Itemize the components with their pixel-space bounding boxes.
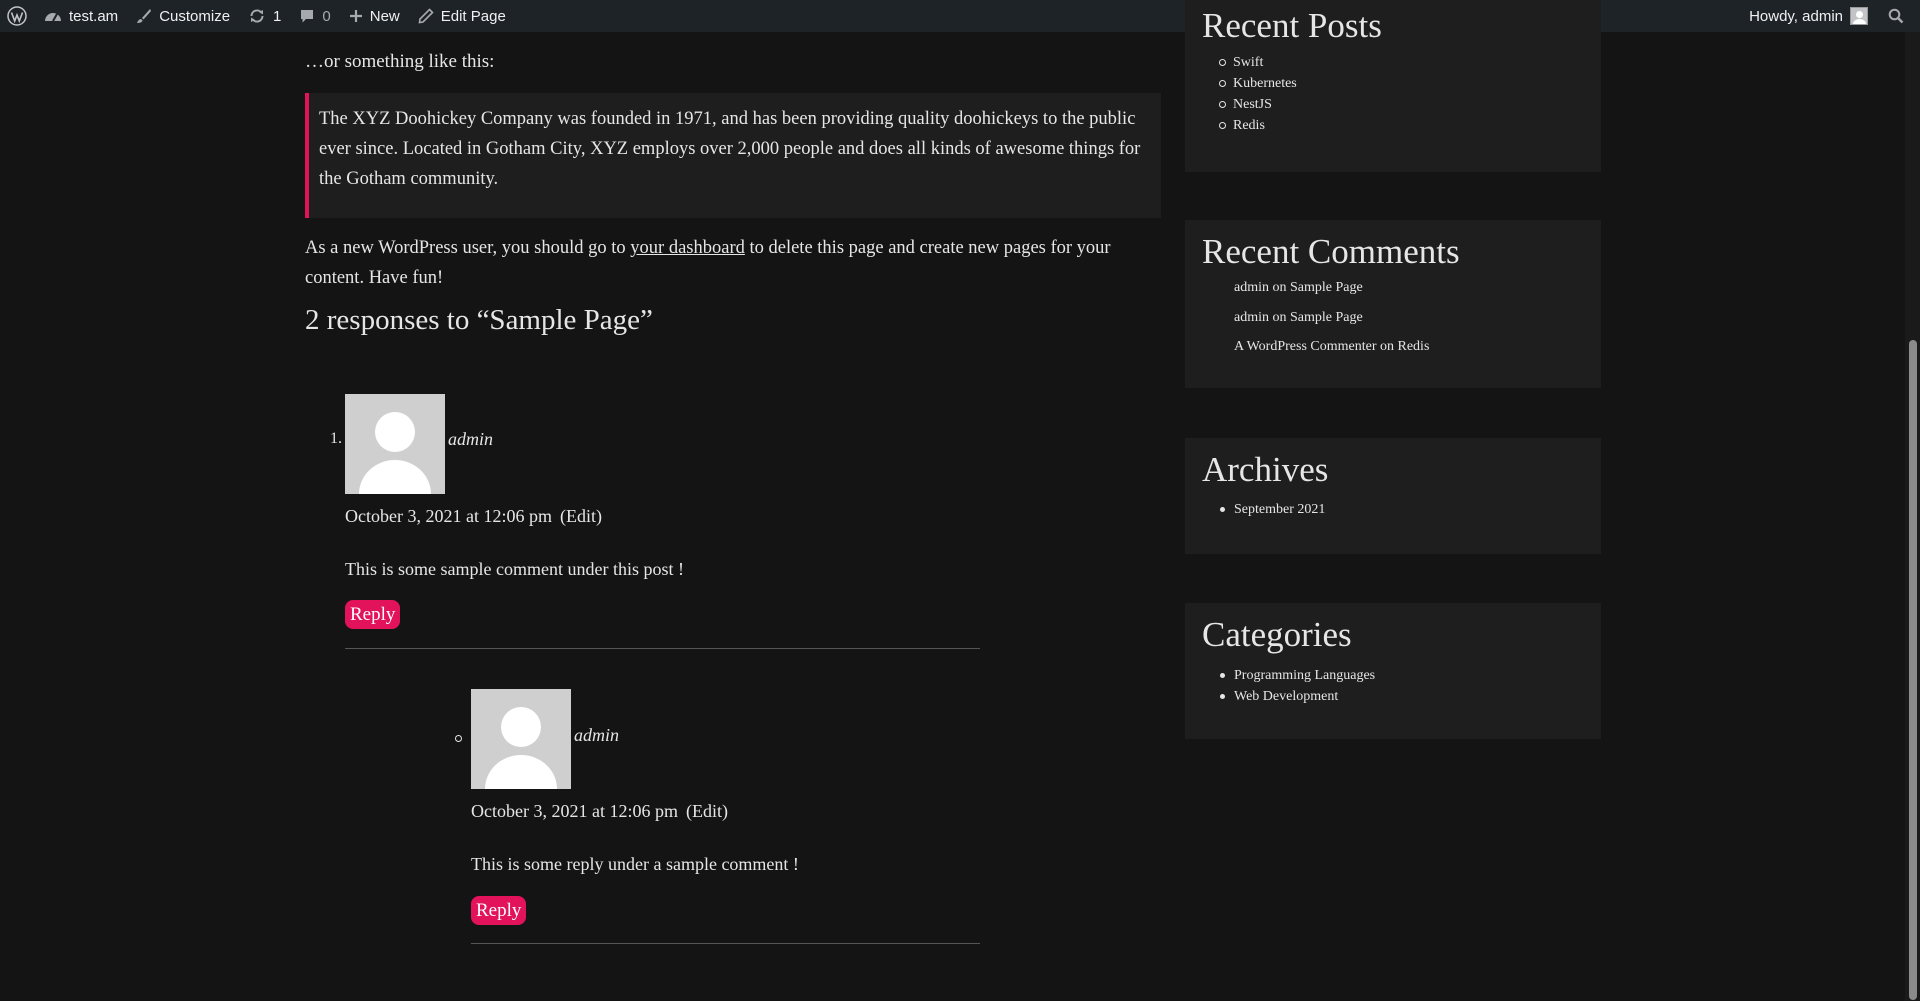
comment-bubble-icon	[299, 8, 315, 24]
recent-comment-post[interactable]: Sample Page	[1290, 280, 1363, 295]
dashboard-link[interactable]: your dashboard	[630, 238, 745, 258]
category-item[interactable]: Programming Languages	[1219, 665, 1375, 686]
comment-list-marker: 1.	[330, 430, 342, 447]
blockquote-text: The XYZ Doohickey Company was founded in…	[319, 109, 1141, 189]
comments-link[interactable]: 0	[290, 0, 339, 32]
comment-avatar	[345, 394, 445, 494]
comment-author[interactable]: admin	[448, 424, 493, 454]
recent-posts-title: Recent Posts	[1202, 6, 1382, 45]
plus-icon	[349, 9, 363, 23]
recent-post-link[interactable]: NestJS	[1233, 97, 1272, 112]
dashboard-text-before: As a new WordPress user, you should go t…	[305, 238, 631, 258]
recent-posts-widget: Recent Posts Swift Kubernetes NestJS Red…	[1185, 0, 1601, 172]
intro-paragraph: …or something like this:	[305, 51, 495, 72]
archive-link[interactable]: September 2021	[1234, 502, 1325, 517]
reply-date[interactable]: October 3, 2021 at 12:06 pm	[471, 801, 678, 821]
search-icon	[1888, 8, 1904, 24]
comments-title: 2 responses to “Sample Page”	[305, 304, 653, 336]
edit-page-label: Edit Page	[440, 7, 506, 25]
customize-label: Customize	[159, 7, 231, 25]
reply-button[interactable]: Reply	[471, 896, 527, 925]
comment-edit-link[interactable]: (Edit)	[560, 506, 602, 526]
dashboard-icon	[44, 8, 62, 24]
reply-meta: October 3, 2021 at 12:06 pm (Edit)	[471, 796, 728, 826]
archives-title: Archives	[1202, 450, 1329, 489]
recent-comment-on: on	[1272, 309, 1287, 325]
recent-post-link[interactable]: Swift	[1233, 55, 1263, 70]
new-content-menu[interactable]: New	[340, 0, 409, 32]
recent-comments-widget: Recent Comments admin on Sample Page adm…	[1185, 220, 1601, 388]
howdy-label: Howdy, admin	[1749, 7, 1843, 25]
brush-icon	[136, 8, 152, 24]
recent-comment-item: A WordPress Commenter on Redis	[1234, 332, 1429, 362]
archives-list: September 2021	[1219, 499, 1325, 520]
wp-logo-menu[interactable]	[0, 0, 35, 32]
comment-meta: October 3, 2021 at 12:06 pm (Edit)	[345, 501, 602, 531]
updates-count: 1	[273, 7, 282, 25]
recent-post-item[interactable]: Swift	[1219, 52, 1297, 73]
reply-author[interactable]: admin	[574, 720, 619, 750]
recent-comment-post[interactable]: Sample Page	[1290, 310, 1363, 325]
recent-comment-post[interactable]: Redis	[1398, 339, 1430, 354]
recent-comment-item: admin on Sample Page	[1234, 303, 1429, 333]
recent-post-link[interactable]: Redis	[1233, 118, 1265, 133]
reply-text: This is some reply under a sample commen…	[471, 854, 799, 874]
admin-bar: test.am Customize 1 0 New Edit Page Howd…	[0, 0, 1920, 32]
recent-post-item[interactable]: Redis	[1219, 115, 1297, 136]
customize-link[interactable]: Customize	[127, 0, 239, 32]
recent-comment-on: on	[1380, 339, 1394, 354]
archive-item[interactable]: September 2021	[1219, 499, 1325, 520]
recent-comment-author[interactable]: admin	[1234, 280, 1269, 295]
recent-comment-item: admin on Sample Page	[1234, 273, 1429, 303]
pencil-icon	[418, 8, 434, 24]
category-link[interactable]: Programming Languages	[1234, 668, 1375, 683]
comment-divider	[345, 648, 980, 649]
avatar	[1850, 7, 1868, 25]
site-name-label: test.am	[69, 7, 119, 25]
wordpress-logo-icon	[7, 6, 27, 26]
reply-button[interactable]: Reply	[345, 600, 401, 629]
categories-widget: Categories Programming Languages Web Dev…	[1185, 603, 1601, 739]
recent-comment-author[interactable]: A WordPress Commenter	[1234, 339, 1377, 354]
reply-avatar	[471, 689, 571, 789]
archives-widget: Archives September 2021	[1185, 438, 1601, 554]
site-name-menu[interactable]: test.am	[35, 0, 127, 32]
page-scrollbar[interactable]	[1905, 32, 1920, 1001]
my-account-menu[interactable]: Howdy, admin	[1740, 0, 1876, 32]
reply-divider	[471, 943, 980, 944]
company-blockquote: The XYZ Doohickey Company was founded in…	[305, 93, 1161, 218]
search-toggle[interactable]	[1876, 0, 1920, 32]
reply-edit-link[interactable]: (Edit)	[686, 801, 728, 821]
categories-title: Categories	[1202, 615, 1352, 654]
comment-text: This is some sample comment under this p…	[345, 559, 684, 579]
categories-list: Programming Languages Web Development	[1219, 665, 1375, 707]
recent-comments-title: Recent Comments	[1202, 232, 1460, 271]
comments-count: 0	[322, 7, 331, 25]
recent-comment-on: on	[1272, 280, 1287, 295]
recent-post-item[interactable]: Kubernetes	[1219, 73, 1297, 94]
default-avatar-icon	[471, 689, 571, 789]
reply-list-marker	[455, 735, 462, 742]
category-link[interactable]: Web Development	[1234, 689, 1338, 704]
recent-post-link[interactable]: Kubernetes	[1233, 76, 1297, 91]
scrollbar-thumb[interactable]	[1909, 340, 1917, 1000]
recent-post-item[interactable]: NestJS	[1219, 94, 1297, 115]
recent-posts-list: Swift Kubernetes NestJS Redis	[1219, 52, 1297, 136]
dashboard-paragraph: As a new WordPress user, you should go t…	[305, 233, 1161, 293]
recent-comment-author[interactable]: admin	[1234, 310, 1269, 325]
edit-page-link[interactable]: Edit Page	[409, 0, 515, 32]
updates-link[interactable]: 1	[239, 0, 290, 32]
recent-comments-list: admin on Sample Page admin on Sample Pag…	[1234, 273, 1429, 362]
new-label: New	[369, 7, 400, 25]
category-item[interactable]: Web Development	[1219, 686, 1375, 707]
default-avatar-icon	[345, 394, 445, 494]
comment-date[interactable]: October 3, 2021 at 12:06 pm	[345, 506, 552, 526]
updates-icon	[248, 7, 266, 25]
